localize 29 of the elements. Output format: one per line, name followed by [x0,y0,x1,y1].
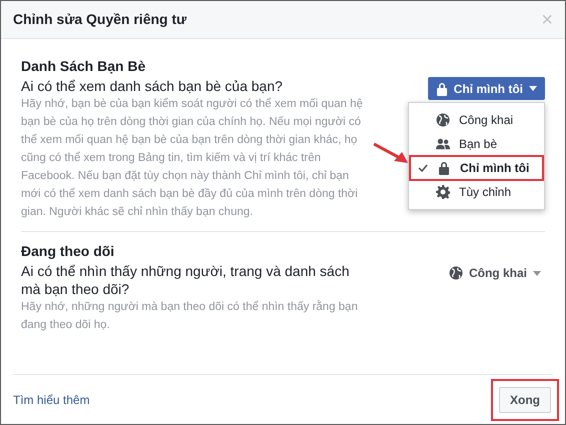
lock-icon [436,82,448,96]
gear-icon [436,185,450,199]
check-icon [418,164,428,172]
annotation-arrow [372,142,408,164]
section-heading: Đang theo dõi [21,242,116,260]
menu-item-label: Bạn bè [459,136,498,153]
globe-icon [448,266,463,280]
menu-item[interactable]: Bạn bè [409,132,544,156]
friends-icon [436,137,450,151]
section-question: Ai có thể xem danh sách bạn bè của bạn? [21,77,284,95]
section-heading: Danh Sách Bạn Bè [21,57,146,75]
globe-icon [436,113,450,127]
caret-icon [529,86,537,91]
learn-more-link[interactable]: Tìm hiểu thêm [13,390,90,408]
section-description: Hãy nhớ, bạn bè của bạn kiểm soát người có thể xem mối quan hệ bạn bè của họ trên dòng thời gian của chính họ. Nếu mọi người có thể xem mối quan hệ bạn bè của bạn trên dòng thời gian khác, họ cũng có thể xem trong Bảng tin, tìm kiếm và vị trí khác trên Facebook. Nếu bạn đặt tùy chọn này thành Chỉ mình tôi, chỉ bạn mới có thể xem danh sách bạn bè đầy đủ của mình trên dòng thời gian. Người khác sẽ chỉ nhìn thấy bạn chung. [21,96,364,220]
done-button[interactable]: Xong [499,386,551,412]
menu-item[interactable]: Công khai [409,108,544,132]
caret-icon [533,270,541,276]
menu-item[interactable]: Chỉ mình tôi [410,156,543,180]
menu-item[interactable]: Tùy chỉnh [409,180,544,204]
menu-item-label: Công khai [459,112,514,129]
menu-item-label: Chỉ mình tôi [460,160,530,177]
audience-selector[interactable]: Chỉ mình tôi [428,77,545,100]
menu-item-label: Tùy chỉnh [459,184,512,201]
audience-selector[interactable]: Công khai [444,262,545,284]
lock-icon [437,161,451,175]
dialog-title: Chỉnh sửa Quyền riêng tư [13,10,187,29]
section-question: Ai có thể nhìn thấy những người, trang và danh sách mà bạn theo dõi? [21,262,350,298]
section-description: Hãy nhớ, những người mà bạn theo dõi có thể nhìn thấy rằng bạn đang theo dõi họ. [21,299,359,333]
